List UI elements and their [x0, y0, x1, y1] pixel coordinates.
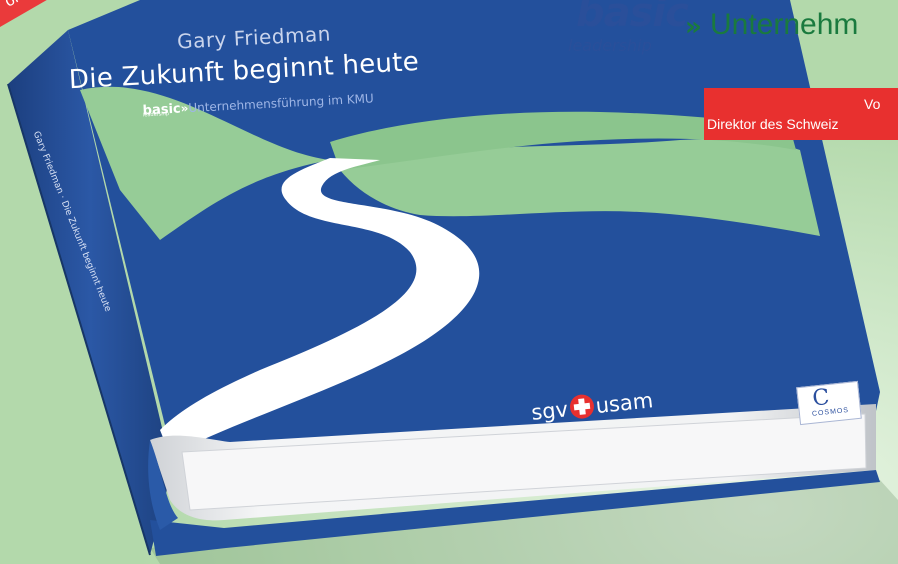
cosmos-logo: C COSMOS: [796, 380, 862, 426]
foreword-line-2: Direktor des Schweiz: [707, 116, 839, 132]
foreword-line-1: Vo: [864, 96, 881, 112]
brand-header: basic leadership » Unternehm: [568, 0, 898, 68]
swiss-cross-icon: [568, 393, 595, 420]
brand-basic: basic: [576, 0, 689, 36]
book-author: Gary Friedman: [176, 21, 332, 54]
logo-sgv: sgv: [530, 397, 570, 425]
promo-scene: basic leadership » Unternehm Vo Direktor…: [0, 0, 898, 564]
cosmos-initial: C: [811, 385, 831, 412]
brand-title: Unternehm: [710, 8, 859, 41]
brand-chevron: »: [685, 12, 702, 42]
foreword-box: Vo Direktor des Schweiz: [704, 88, 898, 140]
